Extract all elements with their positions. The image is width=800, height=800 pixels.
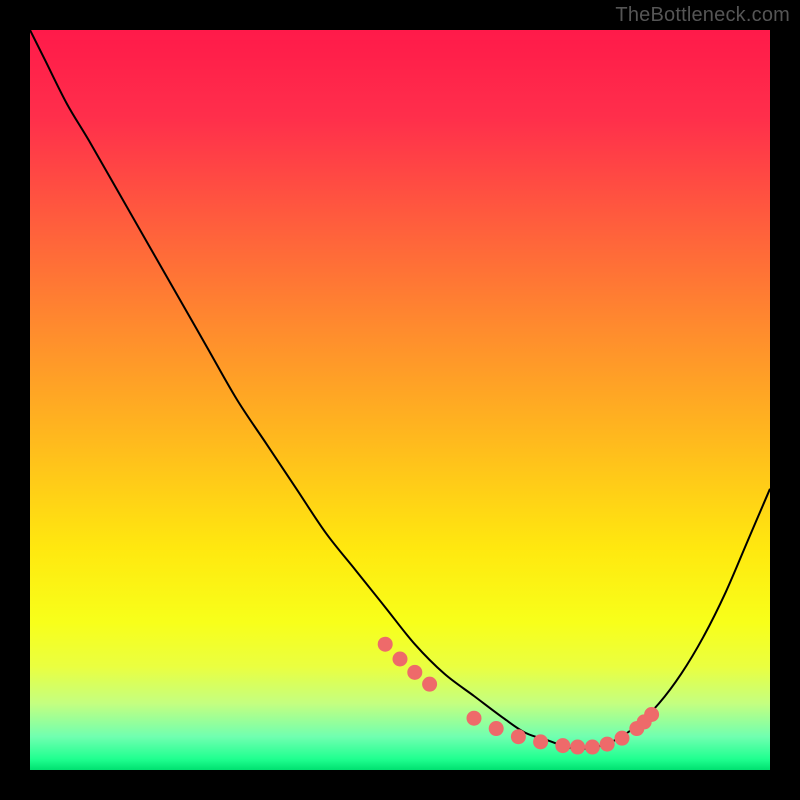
chart-frame	[30, 30, 770, 770]
chart-svg	[30, 30, 770, 770]
data-marker	[600, 737, 615, 752]
data-marker	[467, 711, 482, 726]
data-marker	[570, 740, 585, 755]
watermark-text: TheBottleneck.com	[615, 4, 790, 27]
data-marker	[393, 652, 408, 667]
data-marker	[585, 740, 600, 755]
data-marker	[511, 729, 526, 744]
data-marker	[615, 731, 630, 746]
data-marker	[533, 734, 548, 749]
data-marker	[378, 637, 393, 652]
data-marker	[489, 721, 504, 736]
data-marker	[555, 738, 570, 753]
data-marker	[644, 707, 659, 722]
data-marker	[422, 677, 437, 692]
data-marker	[407, 665, 422, 680]
